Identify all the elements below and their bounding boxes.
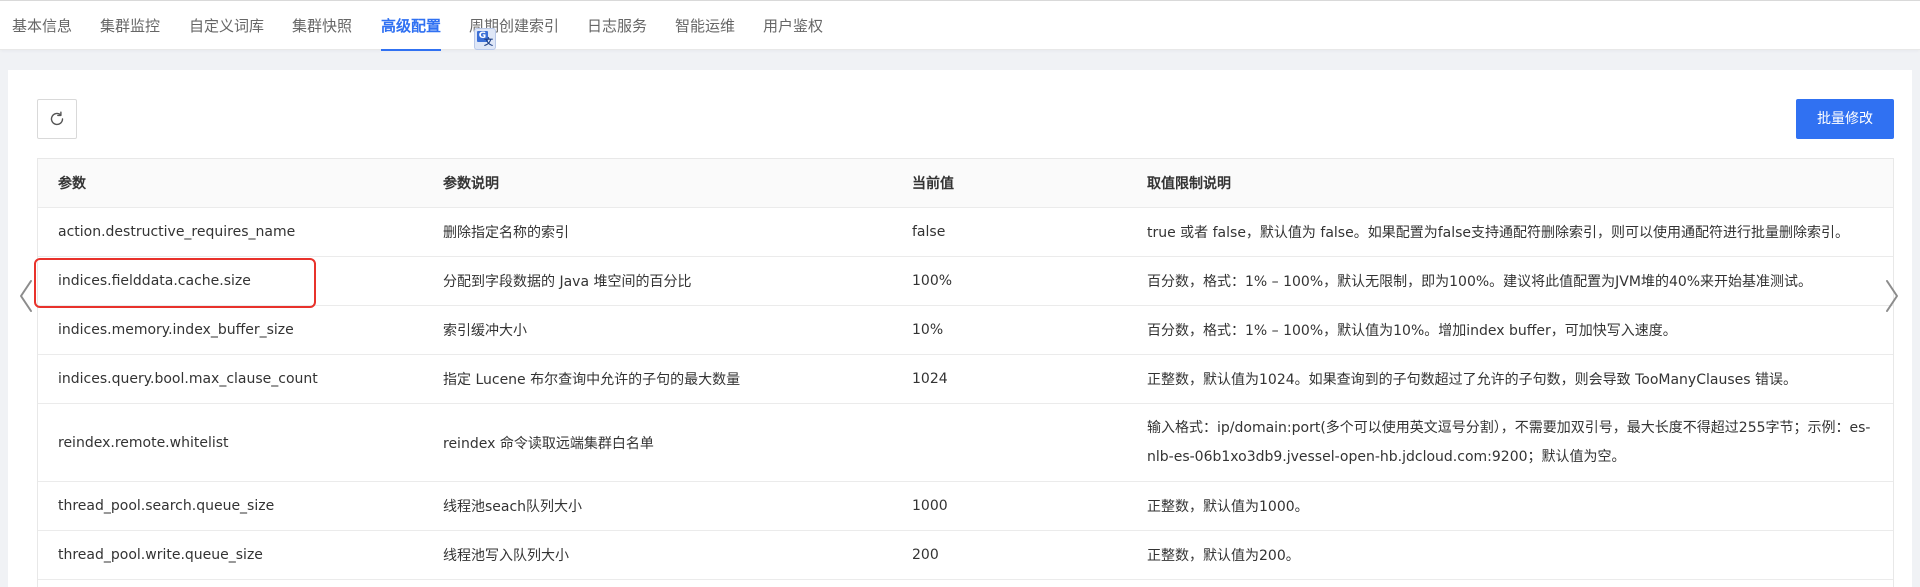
param-value: false [912,224,946,240]
param-description: 分配到字段数据的 Java 堆空间的百分比 [443,274,692,290]
tab-custom-dictionary[interactable]: 自定义词库 [189,1,264,51]
param-description: 删除指定名称的索引 [443,225,569,241]
param-value: 1024 [912,371,948,387]
chevron-right-icon [1886,280,1898,312]
param-name: reindex.remote.whitelist [58,434,229,451]
table-row[interactable]: indices.fielddata.cache.size 分配到字段数据的 Ja… [38,257,1893,306]
config-panel: 批量修改 参数 参数说明 当前值 取值限制说明 action.destructi… [8,70,1912,587]
chevron-left-icon [20,280,32,312]
batch-edit-button[interactable]: 批量修改 [1796,99,1894,139]
next-arrow[interactable] [1882,278,1902,314]
table-row[interactable]: thread_pool.search.queue_size 线程池seach队列… [38,482,1893,531]
translate-icon[interactable]: G 文 [474,28,496,50]
tab-smart-ops[interactable]: 智能运维 [675,1,735,51]
header-param: 参数 [58,176,86,192]
param-description: 指定 Lucene 布尔查询中允许的子句的最大数量 [443,372,741,388]
param-name: thread_pool.write.queue_size [58,547,263,563]
tab-advanced-config[interactable]: 高级配置 [381,1,442,51]
param-value: 10% [912,322,944,338]
param-name: action.destructive_requires_name [58,224,296,240]
tab-bar: 基本信息 集群监控 自定义词库 集群快照 高级配置 周期创建索引 日志服务 智能… [0,0,1920,51]
table-row[interactable]: action.destructive_requires_name 删除指定名称的… [38,208,1893,257]
tab-cluster-snapshot[interactable]: 集群快照 [292,1,352,51]
table-row[interactable]: thread_pool.write.queue_size 线程池写入队列大小 2… [38,531,1893,580]
param-limit: true 或者 false，默认值为 false。如果配置为false支持通配符… [1147,225,1849,241]
param-limit: 输入格式：ip/domain:port(多个可以使用英文逗号分割），不需要加双引… [1147,419,1871,465]
param-description: 线程池seach队列大小 [443,499,583,515]
header-description: 参数说明 [443,176,499,192]
param-description: reindex 命令读取远端集群白名单 [443,435,654,452]
tab-user-auth[interactable]: 用户鉴权 [763,1,823,51]
prev-arrow[interactable] [16,278,36,314]
param-value: 1000 [912,498,948,514]
table-row[interactable]: reindex.remote.whitelist reindex 命令读取远端集… [38,404,1893,482]
tab-log-service[interactable]: 日志服务 [587,1,647,51]
refresh-button[interactable] [37,99,77,139]
param-value: 100% [912,273,953,289]
param-name: indices.memory.index_buffer_size [58,322,294,338]
refresh-icon [50,111,64,126]
param-limit: 百分数，格式：1% – 100%，默认无限制，即为100%。建议将此值配置为JV… [1147,274,1813,290]
config-table: 参数 参数说明 当前值 取值限制说明 action.destructive_re… [37,158,1894,587]
param-limit: 正整数，默认值为200。 [1147,548,1300,564]
param-limit: 正整数，默认值为1000。 [1147,499,1309,515]
highlight-annotation-box [34,258,316,308]
table-header-row: 参数 参数说明 当前值 取值限制说明 [38,159,1893,208]
param-name: thread_pool.search.queue_size [58,498,275,514]
table-row[interactable]: indices.memory.index_buffer_size 索引缓冲大小 … [38,306,1893,355]
header-limit-description: 取值限制说明 [1147,176,1231,192]
param-description: 索引缓冲大小 [443,323,527,339]
tab-basic-info[interactable]: 基本信息 [12,1,72,51]
table-row[interactable]: indices.query.bool.max_clause_count 指定 L… [38,355,1893,404]
param-name: indices.query.bool.max_clause_count [58,371,318,387]
tab-cluster-monitor[interactable]: 集群监控 [100,1,160,51]
param-limit: 正整数，默认值为1024。如果查询到的子句数超过了允许的子句数，则会导致 Too… [1147,372,1797,388]
param-description: 线程池写入队列大小 [443,548,569,564]
param-value: 200 [912,547,939,563]
header-current-value: 当前值 [912,176,954,192]
param-limit: 百分数，格式：1% – 100%，默认值为10%。增加index buffer，… [1147,323,1677,339]
